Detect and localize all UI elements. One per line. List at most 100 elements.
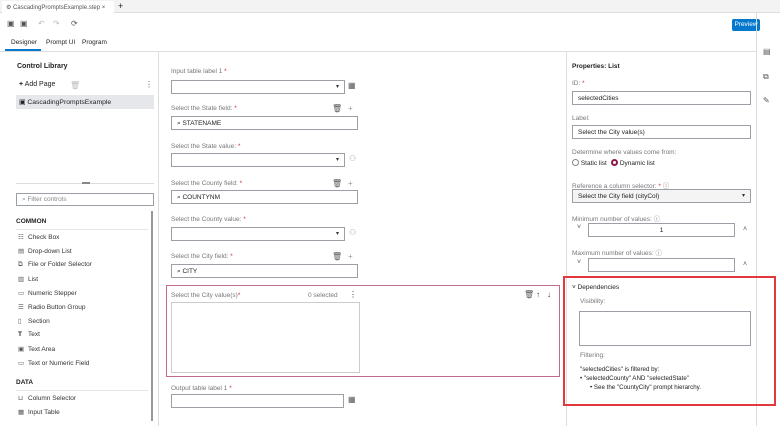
control-numeric-stepper[interactable]: ▭ Numeric Stepper — [18, 289, 77, 297]
page-item[interactable]: ▣ CascadingPromptsExample — [16, 95, 154, 109]
radio-static[interactable]: Static list — [572, 159, 607, 167]
properties-icon[interactable]: ▤ — [763, 47, 771, 56]
undo-icon[interactable]: ↶ — [38, 19, 45, 28]
trash-icon[interactable]: 🗑 — [332, 179, 342, 188]
divider — [158, 52, 159, 426]
help-icon: ⓘ — [653, 216, 661, 223]
control-label: Numeric Stepper — [28, 290, 77, 297]
add-page-button[interactable]: + Add Page — [19, 81, 55, 88]
selected-count: 0 selected — [308, 292, 338, 299]
more-icon[interactable]: ⋮ — [349, 290, 357, 299]
dependencies-toggle[interactable]: ˅ Dependencies — [572, 284, 619, 291]
control-icon: ☷ — [18, 234, 24, 241]
table-icon[interactable]: ▦ — [348, 395, 356, 404]
reference-select[interactable]: Select the City field (cityCol) — [572, 189, 751, 203]
control-file-or-folder-selector[interactable]: ⧉ File or Folder Selector — [18, 261, 92, 269]
move-down-icon[interactable]: ↓ — [547, 290, 551, 299]
id-label: ID: * — [572, 80, 585, 87]
more-icon[interactable]: ⋮ — [145, 80, 153, 89]
control-check-box[interactable]: ☷ Check Box — [18, 233, 59, 241]
add-icon[interactable]: + — [348, 252, 353, 261]
control-label: File or Folder Selector — [28, 261, 92, 268]
new-tab-button[interactable]: + — [118, 1, 123, 11]
trash-icon[interactable]: 🗑 — [524, 290, 534, 299]
county-value-label: Select the County value: * — [171, 216, 246, 223]
visibility-input[interactable] — [579, 311, 751, 346]
filtering-label: Filtering: — [580, 352, 605, 359]
close-icon[interactable]: × — [102, 5, 106, 11]
control-radio-button-group[interactable]: ☰ Radio Button Group — [18, 303, 85, 311]
save-icon[interactable]: ▣ — [7, 19, 15, 28]
redo-icon[interactable]: ↷ — [53, 19, 60, 28]
trash-icon[interactable]: 🗑 — [332, 252, 342, 261]
trash-icon[interactable]: 🗑 — [332, 104, 342, 113]
tab-program[interactable]: Program — [82, 39, 107, 46]
decrement-icon[interactable]: ˅ — [577, 224, 581, 231]
label-label: Label: — [572, 115, 590, 122]
control-label: List — [28, 276, 39, 283]
control-label: Text or Numeric Field — [28, 360, 90, 367]
city-values-label: Select the City value(s)* — [171, 292, 241, 299]
move-up-icon[interactable]: ↑ — [536, 290, 540, 299]
control-drop-down-list[interactable]: ▤ Drop-down List — [18, 247, 72, 255]
control-label: Input Table — [28, 409, 60, 416]
min-values-input[interactable]: 1 — [588, 223, 735, 237]
increment-icon[interactable]: ˄ — [743, 226, 747, 233]
add-page-label: Add Page — [24, 81, 56, 88]
trash-icon[interactable]: 🗑 — [70, 81, 80, 90]
filter-controls-input[interactable]: ⌕ Filter controls — [16, 193, 154, 206]
scrollbar[interactable] — [151, 211, 153, 421]
input-table-label: Input table label 1 * — [171, 68, 227, 75]
filter-placeholder: Filter controls — [27, 196, 67, 203]
refresh-icon[interactable]: ⟳ — [71, 19, 78, 28]
translate-icon[interactable]: ⧉ — [763, 72, 769, 82]
tab-designer[interactable]: Designer — [11, 39, 37, 46]
table-icon[interactable]: ▦ — [348, 81, 356, 90]
output-table-label: Output table label 1 * — [171, 385, 232, 392]
radio-dynamic[interactable]: Dynamic list — [611, 159, 655, 167]
input-table-icon: ▦ — [18, 409, 25, 416]
control-section[interactable]: ▯ Section — [18, 317, 50, 325]
increment-icon[interactable]: ˄ — [743, 261, 747, 268]
tab-file[interactable]: ⚙ CascadingPromptsExample.step × — [2, 1, 114, 13]
state-field-label: Select the State field: * — [171, 105, 237, 112]
input-table-select[interactable] — [171, 80, 345, 94]
city-values-list[interactable] — [171, 302, 360, 373]
filter-sub-bullet: • See the "CountyCity" prompt hierarchy. — [590, 384, 701, 391]
city-field-label: Select the City field: * — [171, 253, 233, 260]
label-input[interactable]: Select the City value(s) — [572, 125, 751, 139]
control-label: Drop-down List — [28, 248, 72, 255]
state-field-input[interactable]: ⌕ STATENAME — [171, 116, 358, 130]
splitter-handle[interactable] — [82, 182, 90, 184]
radio-selected-icon — [611, 159, 618, 166]
control-icon: ▭ — [18, 360, 25, 367]
common-header: COMMON — [16, 218, 47, 225]
add-icon[interactable]: + — [348, 104, 353, 113]
county-value-select[interactable] — [171, 227, 345, 241]
comment-icon[interactable]: ✎ — [763, 96, 770, 105]
decrement-icon[interactable]: ˅ — [577, 259, 581, 266]
add-icon[interactable]: + — [348, 179, 353, 188]
control-text-or-numeric-field[interactable]: ▭ Text or Numeric Field — [18, 359, 89, 367]
max-label: Maximum number of values: ⓘ — [572, 250, 662, 257]
max-values-input[interactable] — [588, 258, 735, 272]
binoculars-icon[interactable]: ⚇ — [349, 154, 356, 163]
control-text-area[interactable]: ▣ Text Area — [18, 345, 55, 353]
state-value-select[interactable] — [171, 153, 345, 167]
control-text[interactable]: T Text — [18, 331, 40, 338]
control-label: Section — [28, 318, 50, 325]
save-as-icon[interactable]: ▣ — [20, 19, 28, 28]
control-icon: ⧉ — [18, 261, 23, 268]
city-field-input[interactable]: ⌕ CITY — [171, 264, 358, 278]
control-input-table[interactable]: ▦ Input Table — [18, 408, 60, 416]
output-table-input[interactable] — [171, 394, 344, 408]
binoculars-icon[interactable]: ⚇ — [349, 228, 356, 237]
id-input[interactable]: selectedCities — [572, 91, 751, 105]
control-list[interactable]: ▥ List — [18, 275, 38, 283]
tab-prompt-ui[interactable]: Prompt UI — [46, 39, 75, 46]
control-column-selector[interactable]: ⊔ Column Selector — [18, 394, 76, 402]
column-selector-icon: ⊔ — [18, 395, 24, 402]
county-field-input[interactable]: ⌕ COUNTYNM — [171, 190, 358, 204]
tab-title: CascadingPromptsExample.step — [13, 5, 101, 11]
divider — [0, 51, 757, 52]
